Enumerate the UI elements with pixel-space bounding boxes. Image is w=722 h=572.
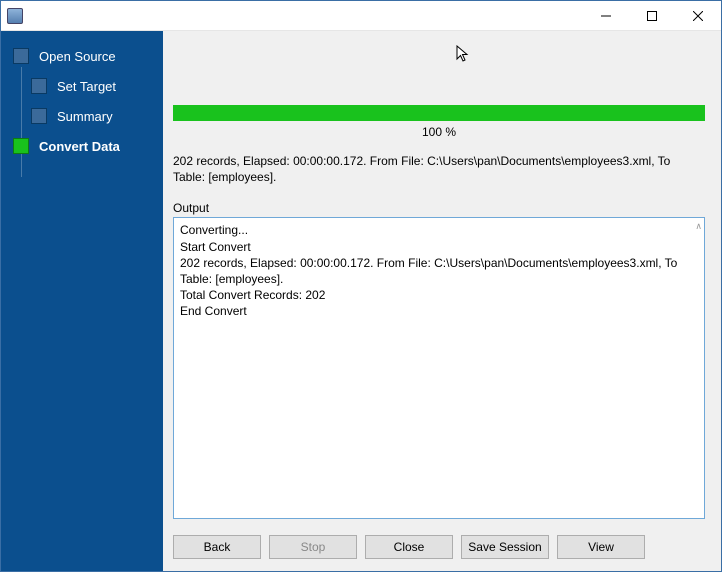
button-row: Back Stop Close Save Session View — [163, 525, 721, 571]
progress-bar: 100 % — [173, 105, 705, 149]
view-button[interactable]: View — [557, 535, 645, 559]
step-label: Set Target — [57, 79, 116, 94]
close-button[interactable]: Close — [365, 535, 453, 559]
output-line: Converting... — [180, 222, 698, 238]
maximize-icon — [647, 11, 657, 21]
save-session-button[interactable]: Save Session — [461, 535, 549, 559]
scroll-up-icon: ∧ — [695, 220, 702, 232]
step-summary[interactable]: Summary — [1, 101, 163, 131]
minimize-button[interactable] — [583, 1, 629, 30]
output-line: 202 records, Elapsed: 00:00:00.172. From… — [180, 255, 698, 287]
app-icon — [7, 8, 23, 24]
back-button[interactable]: Back — [173, 535, 261, 559]
step-box-icon — [31, 108, 47, 124]
step-box-icon — [13, 138, 29, 154]
titlebar — [1, 1, 721, 31]
step-label: Convert Data — [39, 139, 120, 154]
output-line: End Convert — [180, 303, 698, 319]
step-box-icon — [31, 78, 47, 94]
status-text: 202 records, Elapsed: 00:00:00.172. From… — [173, 149, 705, 201]
main-panel: 100 % 202 records, Elapsed: 00:00:00.172… — [163, 31, 721, 571]
stop-button: Stop — [269, 535, 357, 559]
app-window: Open Source Set Target Summary Convert D… — [0, 0, 722, 572]
step-label: Summary — [57, 109, 113, 124]
step-open-source[interactable]: Open Source — [1, 41, 163, 71]
output-textarea[interactable]: ∧ Converting... Start Convert 202 record… — [173, 217, 705, 519]
step-box-icon — [13, 48, 29, 64]
close-window-button[interactable] — [675, 1, 721, 30]
minimize-icon — [601, 11, 611, 21]
step-set-target[interactable]: Set Target — [1, 71, 163, 101]
maximize-button[interactable] — [629, 1, 675, 30]
output-line: Start Convert — [180, 239, 698, 255]
close-icon — [693, 11, 703, 21]
output-line: Total Convert Records: 202 — [180, 287, 698, 303]
progress-percent: 100 % — [173, 121, 705, 149]
output-label: Output — [173, 201, 705, 217]
wizard-sidebar: Open Source Set Target Summary Convert D… — [1, 31, 163, 571]
step-label: Open Source — [39, 49, 116, 64]
progress-fill — [173, 105, 705, 121]
step-convert-data[interactable]: Convert Data — [1, 131, 163, 161]
